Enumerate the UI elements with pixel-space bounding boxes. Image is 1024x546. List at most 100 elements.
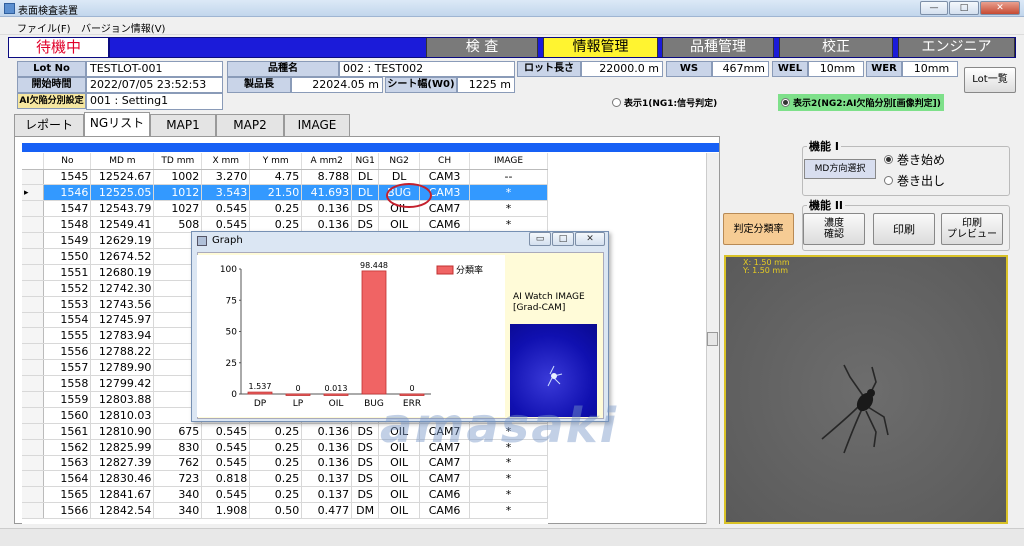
row-header[interactable] xyxy=(22,439,45,456)
row-header[interactable] xyxy=(22,296,45,313)
row-header[interactable] xyxy=(22,359,45,377)
table-cell: 1563 xyxy=(43,455,92,472)
display2-option[interactable]: 表示2(NG2:AI欠陥分別[画像判定]) xyxy=(778,94,944,111)
watermark-logo: amasaki xyxy=(380,398,619,454)
row-header[interactable] xyxy=(22,375,45,392)
column-header[interactable]: X mm xyxy=(201,153,251,170)
display1-radio[interactable] xyxy=(612,98,621,107)
table-cell: 830 xyxy=(153,439,203,456)
row-header[interactable] xyxy=(22,407,45,424)
minimize-button[interactable]: — xyxy=(920,1,948,15)
lot-length-label: ロット長さ xyxy=(517,61,581,77)
tab-image[interactable]: IMAGE xyxy=(284,114,350,136)
table-row[interactable]: 1547 12543.79 1027 0.545 0.25 0.136 DS OIL CAM7 * xyxy=(22,200,548,218)
maximize-button[interactable]: □ xyxy=(949,1,979,15)
table-row[interactable]: 1563 12827.39 762 0.545 0.25 0.136 DS OIL CAM7 * xyxy=(22,455,548,472)
density-check-button[interactable]: 濃度 確認 xyxy=(803,213,865,245)
scrollbar-thumb[interactable] xyxy=(707,332,718,346)
table-cell: 41.693 xyxy=(301,184,353,202)
print-preview-button[interactable]: 印刷 プレビュー xyxy=(941,213,1003,245)
nav-inspection[interactable]: 検 査 xyxy=(426,38,538,57)
row-header[interactable] xyxy=(22,169,45,186)
wind-out-option[interactable]: 巻き出し xyxy=(884,172,945,189)
row-header[interactable] xyxy=(22,200,45,218)
table-row[interactable]: ▸ 1546 12525.05 1012 3.543 21.50 41.693 DL BUG CA… xyxy=(22,184,548,202)
table-row[interactable]: 1565 12841.67 340 0.545 0.25 0.137 DS OIL CAM6 * xyxy=(22,486,548,504)
tab-ng-list[interactable]: NGリスト xyxy=(84,112,150,136)
column-header[interactable]: TD mm xyxy=(153,153,203,170)
table-cell: 12788.22 xyxy=(90,343,155,361)
wind-out-radio[interactable] xyxy=(884,176,893,185)
graph-close-button[interactable]: ✕ xyxy=(575,232,605,246)
table-cell: 1557 xyxy=(43,359,92,377)
display2-radio[interactable] xyxy=(781,98,790,107)
row-header[interactable] xyxy=(22,248,45,265)
table-cell: CAM3 xyxy=(419,169,471,186)
y-tick-label: 100 xyxy=(220,265,237,275)
table-row[interactable]: 1566 12842.54 340 1.908 0.50 0.477 DM OIL CAM6 * xyxy=(22,502,548,520)
nav-product-management[interactable]: 品種管理 xyxy=(662,38,774,57)
camera-scale-info: X: 1.50 mm Y: 1.50 mm xyxy=(743,259,790,275)
menu-version[interactable]: バージョン情報(V) xyxy=(81,20,165,35)
start-time-value: 2022/07/05 23:52:53 xyxy=(86,77,223,93)
row-header[interactable] xyxy=(22,343,45,361)
product-length-label: 製品長 xyxy=(227,77,291,93)
table-row[interactable]: 1564 12830.46 723 0.818 0.25 0.137 DS OIL CAM7 * xyxy=(22,470,548,488)
column-header[interactable]: Y mm xyxy=(249,153,303,170)
wind-start-option[interactable]: 巻き始め xyxy=(884,151,945,168)
tab-map1[interactable]: MAP1 xyxy=(150,114,216,136)
column-header[interactable]: A mm2 xyxy=(301,153,353,170)
table-cell: 340 xyxy=(153,486,203,504)
column-header[interactable]: No xyxy=(43,153,92,170)
row-header[interactable] xyxy=(22,502,45,520)
function2-title: 機能 II xyxy=(807,197,846,213)
close-button[interactable]: ✕ xyxy=(980,1,1020,15)
table-cell: 12629.19 xyxy=(90,232,155,249)
wind-start-radio[interactable] xyxy=(884,155,893,164)
md-direction-button[interactable]: MD方向選択 xyxy=(804,159,876,179)
lot-list-button[interactable]: Lot一覧 xyxy=(964,67,1016,93)
column-header[interactable]: MD m xyxy=(90,153,155,170)
print-button[interactable]: 印刷 xyxy=(873,213,935,245)
column-header[interactable]: CH xyxy=(419,153,471,170)
nav-calibration[interactable]: 校正 xyxy=(779,38,893,57)
tab-report[interactable]: レポート xyxy=(14,114,84,136)
menu-file[interactable]: ファイル(F) xyxy=(17,20,71,35)
table-cell: 12825.99 xyxy=(90,439,155,456)
row-header[interactable] xyxy=(22,312,45,329)
nav-engineer[interactable]: エンジニア xyxy=(898,38,1015,57)
start-time-label: 開始時間 xyxy=(17,77,86,93)
row-header[interactable]: ▸ xyxy=(22,184,45,202)
table-cell: DS xyxy=(351,470,380,488)
table-cell: DS xyxy=(351,423,380,440)
row-header[interactable] xyxy=(22,232,45,249)
defect-bug-shape xyxy=(821,364,889,454)
column-header[interactable]: NG2 xyxy=(378,153,421,170)
graph-minimize-button[interactable]: ▭ xyxy=(529,232,551,246)
classification-rate-button[interactable]: 判定分類率 xyxy=(723,213,794,245)
row-header[interactable] xyxy=(22,216,45,234)
row-header[interactable] xyxy=(22,327,45,345)
column-header[interactable]: IMAGE xyxy=(469,153,548,170)
column-header[interactable]: NG1 xyxy=(351,153,380,170)
table-cell: 1546 xyxy=(43,184,92,202)
row-header[interactable] xyxy=(22,486,45,504)
graph-maximize-button[interactable]: □ xyxy=(552,232,574,246)
table-cell: 0.545 xyxy=(201,455,251,472)
row-header[interactable] xyxy=(22,423,45,440)
row-header[interactable] xyxy=(22,391,45,408)
table-row[interactable]: 1545 12524.67 1002 3.270 4.75 8.788 DL DL CAM3 -- xyxy=(22,169,548,186)
row-header[interactable] xyxy=(22,455,45,472)
row-header[interactable] xyxy=(22,470,45,488)
nav-info-management[interactable]: 情報管理 xyxy=(543,38,658,57)
table-cell: 12810.03 xyxy=(90,407,155,424)
row-header[interactable] xyxy=(22,280,45,297)
table-cell: DL xyxy=(351,184,380,202)
table-cell: 0.25 xyxy=(249,439,303,456)
display1-option[interactable]: 表示1(NG1:信号判定) xyxy=(612,96,717,109)
table-cell: 4.75 xyxy=(249,169,303,186)
tab-map2[interactable]: MAP2 xyxy=(216,114,284,136)
row-header[interactable] xyxy=(22,264,45,281)
horizontal-scrollbar[interactable] xyxy=(0,528,1024,546)
table-cell: 1549 xyxy=(43,232,92,249)
